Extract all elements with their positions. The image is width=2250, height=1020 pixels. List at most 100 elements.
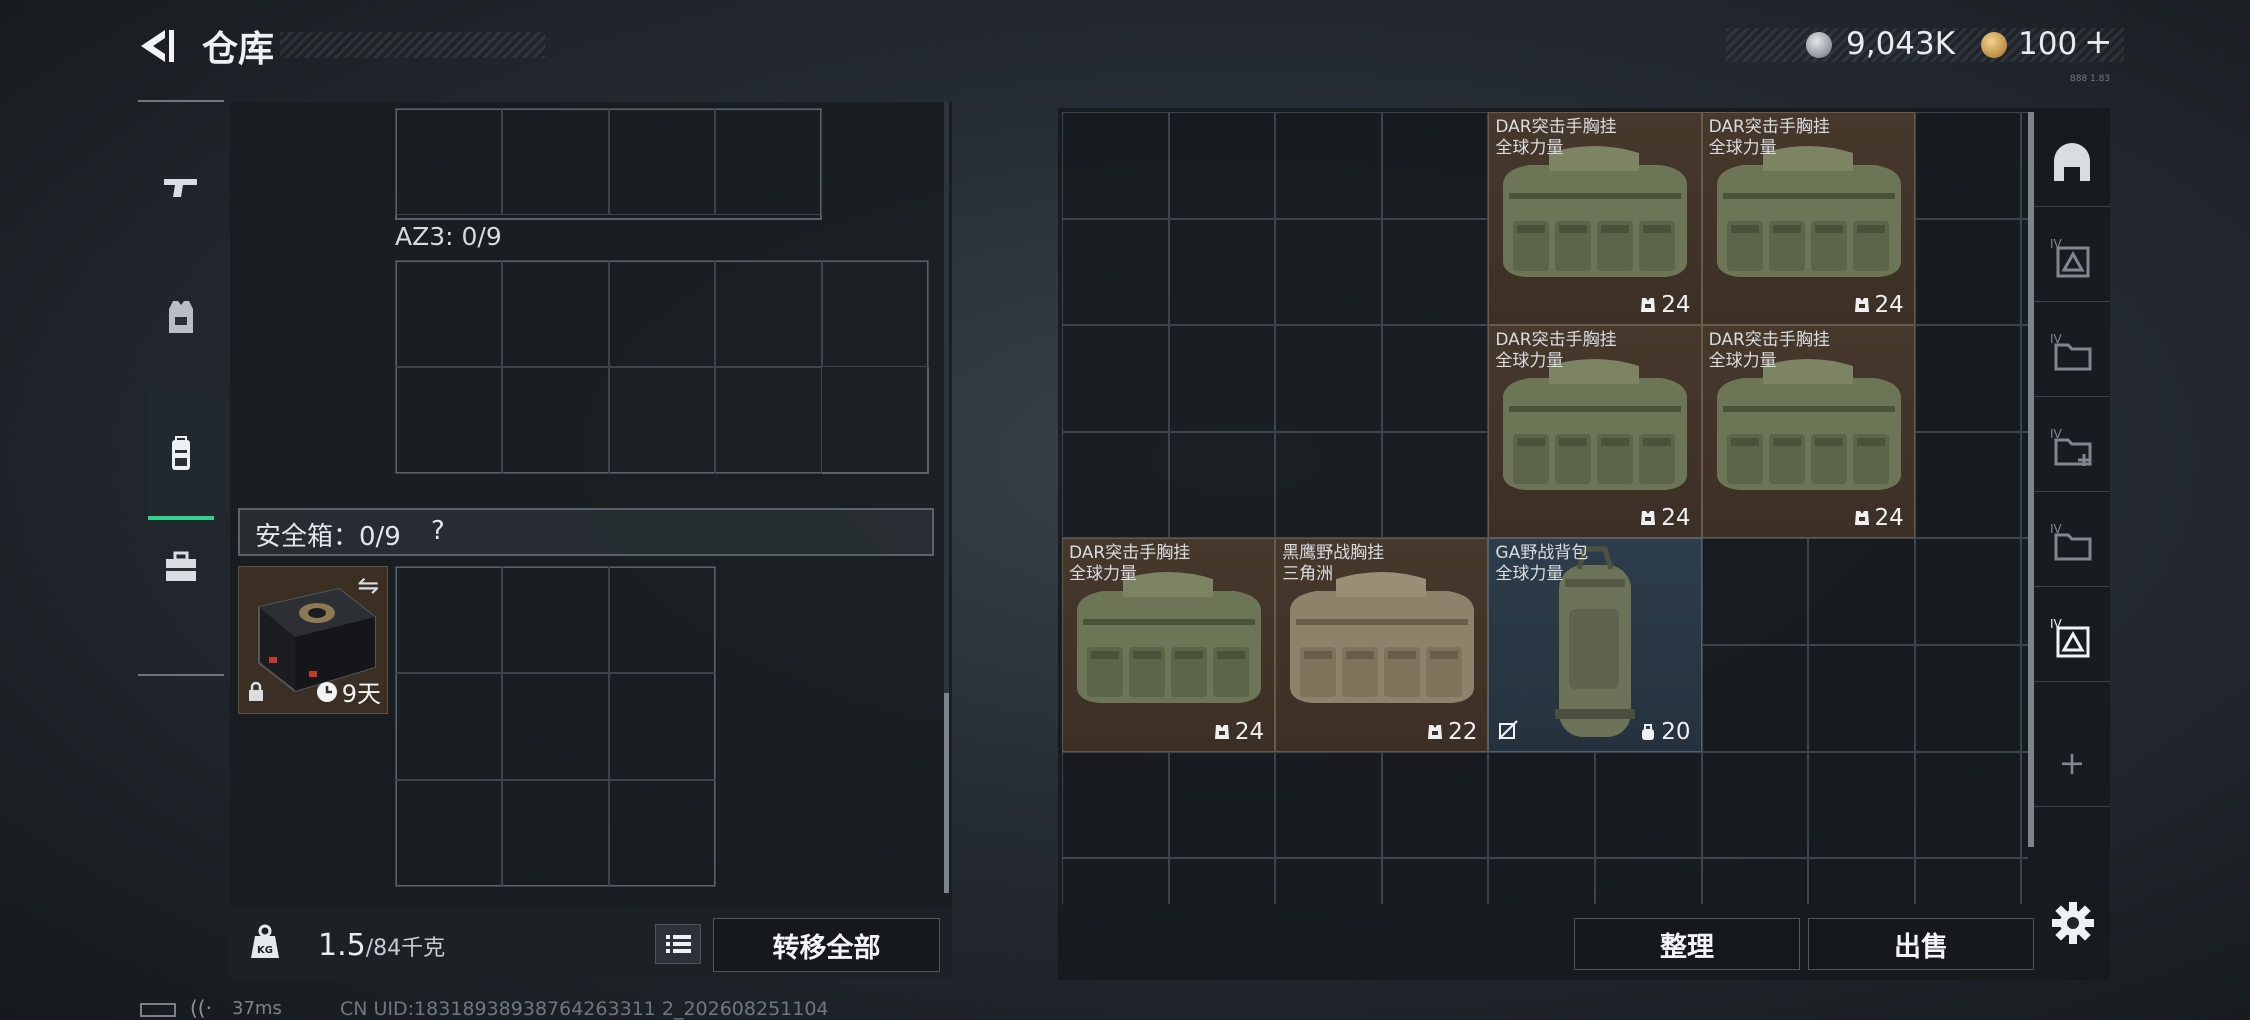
stash-cell[interactable] (1381, 858, 1489, 904)
stash-cell[interactable] (1381, 431, 1489, 539)
stash-cell[interactable] (1381, 112, 1489, 219)
grid-cell[interactable] (502, 566, 609, 673)
stash-cell[interactable] (1062, 751, 1169, 859)
stash-cell[interactable] (2021, 645, 2028, 752)
grid-cell[interactable] (395, 108, 502, 215)
stash-cell[interactable] (1595, 751, 1702, 859)
tab-backpack[interactable] (148, 392, 214, 520)
stash-cell[interactable] (1381, 751, 1489, 859)
stash-cell[interactable] (1381, 218, 1489, 326)
grid-cell[interactable] (395, 566, 502, 673)
stash-cell[interactable] (1914, 858, 2022, 904)
stash-cell[interactable] (1275, 431, 1382, 539)
stash-item[interactable]: DAR突击手胸挂 全球力量 24 (1062, 538, 1276, 752)
stash-tab-6[interactable]: + (2034, 720, 2110, 807)
stash-grid[interactable]: DAR突击手胸挂 全球力量 24 DAR突击手胸挂 全球力量 24 DAR突击手胸挂 全球力量… (1062, 112, 2028, 904)
stash-cell[interactable] (1914, 645, 2022, 752)
stash-cell[interactable] (1275, 325, 1382, 432)
stash-item[interactable]: DAR突击手胸挂 全球力量 24 (1488, 112, 1702, 326)
transfer-all-button[interactable]: 转移全部 (713, 918, 940, 972)
grid-cell[interactable] (501, 366, 609, 474)
settings-button[interactable] (2048, 898, 2098, 948)
tab-weapon[interactable] (138, 142, 224, 232)
stash-item[interactable]: 黑鹰野战胸挂 三角洲 22 (1275, 538, 1489, 752)
stash-cell[interactable] (1914, 538, 2022, 645)
stash-cell[interactable] (2021, 325, 2028, 432)
stash-cell[interactable] (2021, 858, 2028, 904)
stash-cell[interactable] (1808, 858, 1915, 904)
grid-cell[interactable] (608, 108, 716, 215)
grid-cell[interactable] (715, 108, 822, 215)
left-scrollbar-thumb[interactable] (944, 693, 949, 893)
stash-cell[interactable] (1488, 858, 1595, 904)
stash-cell[interactable] (1168, 325, 1276, 432)
stash-cell[interactable] (1381, 325, 1489, 432)
tab-case[interactable] (138, 522, 224, 612)
stash-cell[interactable] (1914, 218, 2022, 326)
grid-cell[interactable] (502, 780, 609, 887)
stash-cell[interactable] (1168, 112, 1276, 219)
stash-cell[interactable] (2021, 431, 2028, 539)
stash-cell[interactable] (1701, 858, 1809, 904)
stash-tab-3[interactable]: IV (2034, 405, 2110, 492)
stash-cell[interactable] (1168, 431, 1276, 539)
stash-tab-0[interactable] (2034, 120, 2110, 207)
stash-item[interactable]: DAR突击手胸挂 全球力量 24 (1701, 112, 1915, 326)
stash-cell[interactable] (1062, 325, 1169, 432)
stash-cell[interactable] (1701, 751, 1809, 859)
stash-cell[interactable] (1275, 218, 1382, 326)
grid-cell[interactable] (395, 673, 502, 780)
stash-cell[interactable] (2021, 538, 2028, 645)
stash-tab-4[interactable]: IV (2034, 500, 2110, 587)
stash-cell[interactable] (1914, 112, 2022, 219)
stash-cell[interactable] (2021, 112, 2028, 219)
sell-button[interactable]: 出售 (1808, 918, 2034, 970)
safe-box-help-button[interactable]: ? (431, 516, 445, 546)
stash-cell[interactable] (1488, 751, 1595, 859)
sort-button[interactable]: 整理 (1574, 918, 1800, 970)
stash-tab-5[interactable]: IV (2034, 595, 2110, 682)
grid-cell[interactable] (608, 366, 716, 474)
stash-cell[interactable] (1168, 858, 1276, 904)
stash-cell[interactable] (1914, 751, 2022, 859)
stash-tab-2[interactable]: IV (2034, 310, 2110, 397)
stash-cell[interactable] (2021, 218, 2028, 326)
grid-cell[interactable] (395, 366, 502, 474)
stash-cell[interactable] (1275, 858, 1382, 904)
stash-cell[interactable] (1062, 112, 1169, 219)
grid-cell[interactable] (608, 260, 716, 367)
stash-cell[interactable] (1595, 858, 1702, 904)
grid-cell[interactable] (715, 366, 823, 474)
stash-cell[interactable] (1914, 431, 2022, 539)
swap-icon[interactable]: ⇋ (357, 571, 379, 601)
grid-cell[interactable] (395, 260, 502, 367)
stash-tab-1[interactable]: IV (2034, 215, 2110, 302)
stash-cell[interactable] (1062, 858, 1169, 904)
stash-cell[interactable] (1701, 645, 1809, 752)
grid-cell[interactable] (609, 566, 716, 673)
stash-cell[interactable] (1808, 538, 1915, 645)
grid-cell[interactable] (822, 260, 929, 367)
stash-cell[interactable] (1701, 538, 1809, 645)
grid-cell[interactable] (715, 260, 823, 367)
tab-armor[interactable] (138, 272, 224, 362)
grid-cell[interactable] (502, 673, 609, 780)
safe-box-item[interactable]: ⇋ 9天 (238, 566, 388, 714)
stash-cell[interactable] (1275, 112, 1382, 219)
stash-cell[interactable] (1062, 218, 1169, 326)
stash-item[interactable]: DAR突击手胸挂 全球力量 24 (1488, 325, 1702, 539)
stash-cell[interactable] (2021, 751, 2028, 859)
grid-cell[interactable] (395, 780, 502, 887)
grid-cell[interactable] (609, 673, 716, 780)
stash-cell[interactable] (1062, 431, 1169, 539)
grid-cell[interactable] (501, 108, 609, 215)
stash-cell[interactable] (1275, 751, 1382, 859)
back-button[interactable] (135, 26, 181, 66)
stash-item[interactable]: DAR突击手胸挂 全球力量 24 (1701, 325, 1915, 539)
stash-cell[interactable] (1914, 325, 2022, 432)
stash-cell[interactable] (1808, 645, 1915, 752)
stash-cell[interactable] (1168, 218, 1276, 326)
stash-cell[interactable] (1168, 751, 1276, 859)
grid-cell[interactable] (501, 260, 609, 367)
grid-cell[interactable] (609, 780, 716, 887)
